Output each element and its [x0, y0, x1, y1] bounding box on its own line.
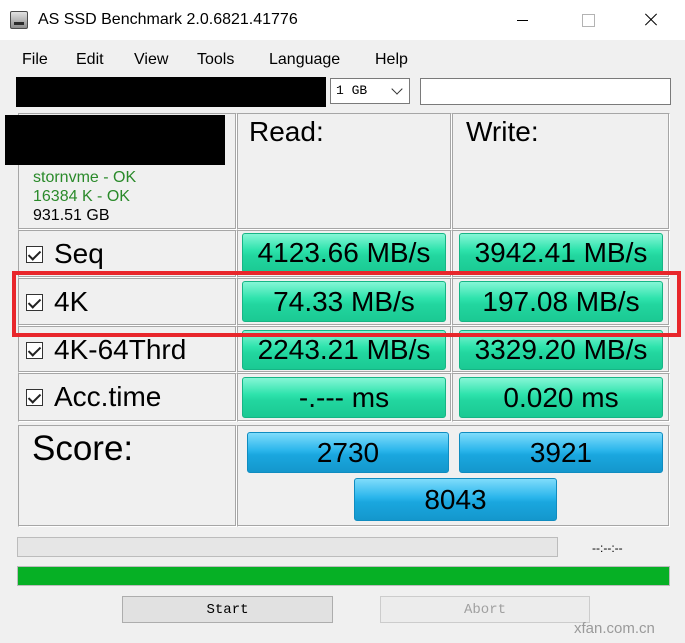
menu-file[interactable]: File: [22, 49, 48, 71]
4k64-label: 4K-64Thrd: [54, 334, 187, 365]
alignment-status: 16384 K - OK: [33, 188, 130, 205]
driver-status: stornvme - OK: [33, 169, 137, 186]
score-label: Score:: [32, 429, 134, 468]
menu-tools[interactable]: Tools: [197, 49, 234, 71]
menu-help[interactable]: Help: [375, 49, 408, 71]
drive-capacity: 931.51 GB: [33, 207, 110, 224]
score-write: 3921: [459, 432, 663, 473]
drive-icon: [10, 11, 28, 29]
close-icon[interactable]: [635, 5, 667, 35]
drive-name-redacted: [5, 115, 225, 165]
menu-edit[interactable]: Edit: [76, 49, 104, 71]
minimize-icon[interactable]: [507, 5, 539, 35]
4k64-checkbox[interactable]: [26, 342, 43, 359]
abort-button[interactable]: Abort: [380, 596, 590, 623]
test-size-value: 1 GB: [336, 83, 368, 98]
test-size-select[interactable]: 1 GB: [330, 78, 410, 104]
elapsed-time: --:--:--: [592, 541, 623, 555]
read-column-header: Read:: [249, 116, 324, 147]
seq-checkbox[interactable]: [26, 246, 43, 263]
acctime-checkbox[interactable]: [26, 389, 43, 406]
overall-progress-fill: [18, 567, 669, 585]
write-column-header: Write:: [466, 116, 539, 147]
menu-view[interactable]: View: [134, 49, 168, 71]
text-field[interactable]: [420, 78, 671, 105]
highlight-rectangle: [12, 271, 681, 337]
acctime-read-value: -.--- ms: [242, 377, 446, 418]
overall-progress-bar: [17, 566, 670, 586]
seq-label: Seq: [54, 238, 104, 269]
watermark: xfan.com.cn: [574, 620, 655, 637]
acctime-write-value: 0.020 ms: [459, 377, 663, 418]
title-bar: AS SSD Benchmark 2.0.6821.41776: [0, 0, 685, 40]
chevron-down-icon[interactable]: [391, 83, 403, 95]
score-read: 2730: [247, 432, 449, 473]
start-button[interactable]: Start: [122, 596, 333, 623]
test-progress-bar: [17, 537, 558, 557]
menu-language[interactable]: Language: [269, 49, 340, 71]
acctime-label: Acc.time: [54, 381, 162, 412]
score-total: 8043: [354, 478, 557, 521]
seq-write-value: 3942.41 MB/s: [459, 233, 663, 273]
seq-read-value: 4123.66 MB/s: [242, 233, 446, 273]
maximize-icon[interactable]: [572, 5, 604, 35]
drive-select[interactable]: [16, 77, 326, 107]
window-title: AS SSD Benchmark 2.0.6821.41776: [38, 11, 298, 28]
